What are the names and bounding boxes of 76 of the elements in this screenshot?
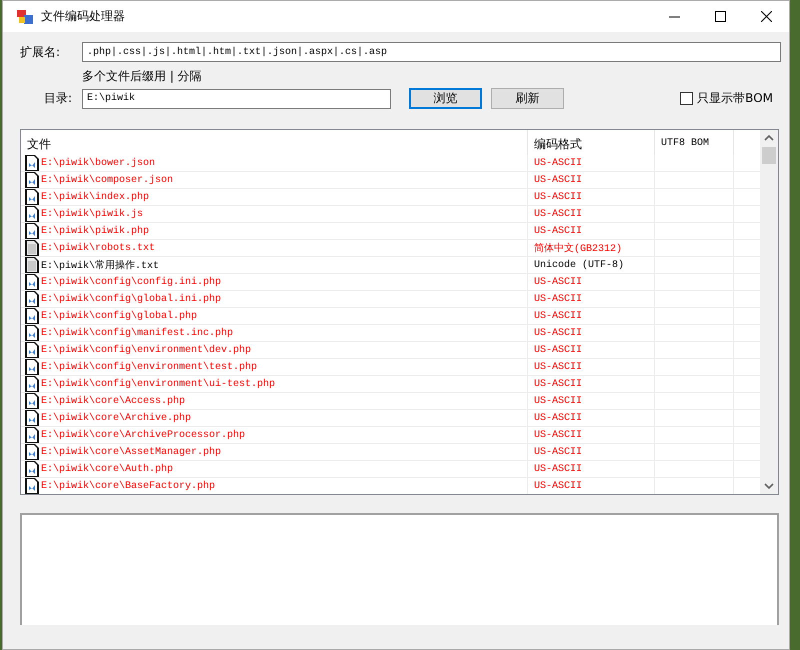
file-path: E:\piwik\robots.txt bbox=[41, 242, 156, 254]
file-path: E:\piwik\config\manifest.inc.php bbox=[41, 328, 234, 338]
code-file-icon bbox=[25, 172, 39, 188]
app-icon bbox=[17, 10, 33, 24]
code-file-icon bbox=[25, 427, 39, 443]
encoding-cell: US-ASCII bbox=[534, 328, 582, 338]
refresh-button[interactable]: 刷新 bbox=[491, 88, 564, 109]
code-file-icon bbox=[25, 393, 39, 409]
column-header[interactable]: 编码格式 bbox=[528, 130, 655, 155]
code-file-icon bbox=[25, 155, 39, 171]
encoding-cell: US-ASCII bbox=[534, 430, 582, 440]
file-path: E:\piwik\core\AssetManager.php bbox=[41, 446, 222, 458]
file-path: E:\piwik\config\environment\test.php bbox=[41, 362, 258, 372]
column-header[interactable]: UTF8 BOM bbox=[655, 130, 734, 155]
extension-hint: 多个文件后缀用 | 分隔 bbox=[82, 69, 202, 83]
code-file-icon bbox=[25, 325, 39, 341]
code-file-icon bbox=[25, 274, 39, 290]
encoding-cell: US-ASCII bbox=[534, 446, 582, 458]
output-box[interactable] bbox=[20, 513, 779, 625]
encoding-cell: US-ASCII bbox=[534, 464, 582, 474]
scroll-thumb[interactable] bbox=[762, 147, 776, 164]
scrollbar[interactable] bbox=[760, 130, 778, 494]
file-path: E:\piwik\常用操作.txt bbox=[41, 258, 160, 272]
file-path: E:\piwik\config\environment\ui-test.php bbox=[41, 378, 276, 390]
encoding-cell: US-ASCII bbox=[534, 276, 582, 288]
directory-field[interactable]: E:\piwik bbox=[82, 88, 391, 108]
encoding-cell: US-ASCII bbox=[534, 226, 582, 236]
encoding-cell: US-ASCII bbox=[534, 396, 582, 406]
file-path: E:\piwik\piwik.php bbox=[41, 226, 150, 236]
file-path: E:\piwik\core\BaseFactory.php bbox=[41, 480, 216, 492]
close-icon[interactable] bbox=[760, 11, 772, 22]
encoding-cell: US-ASCII bbox=[534, 378, 582, 390]
encoding-cell: US-ASCII bbox=[534, 174, 582, 186]
file-path: E:\piwik\config\global.ini.php bbox=[41, 294, 222, 304]
extension-field[interactable]: .php|.css|.js|.html|.htm|.txt|.json|.aspx|.cs|.asp bbox=[82, 42, 781, 62]
file-path: E:\piwik\config\global.php bbox=[41, 310, 198, 322]
extension-label: 扩展名: bbox=[20, 44, 62, 60]
code-file-icon bbox=[25, 359, 39, 375]
file-path: E:\piwik\core\Auth.php bbox=[41, 464, 174, 474]
file-path: E:\piwik\core\Access.php bbox=[41, 396, 186, 406]
file-path: E:\piwik\index.php bbox=[41, 192, 150, 202]
code-file-icon bbox=[25, 461, 39, 477]
maximize-icon[interactable] bbox=[714, 11, 726, 22]
encoding-cell: US-ASCII bbox=[534, 294, 582, 304]
code-file-icon bbox=[25, 444, 39, 460]
encoding-cell: US-ASCII bbox=[534, 310, 582, 322]
bom-checkbox-label: 只显示带BOM bbox=[697, 90, 773, 107]
code-file-icon bbox=[25, 376, 39, 392]
code-file-icon bbox=[25, 342, 39, 358]
encoding-cell: US-ASCII bbox=[534, 208, 582, 220]
file-path: E:\piwik\piwik.js bbox=[41, 208, 144, 220]
encoding-cell: US-ASCII bbox=[534, 412, 582, 424]
file-path: E:\piwik\config\environment\dev.php bbox=[41, 344, 252, 356]
minimize-icon[interactable] bbox=[668, 16, 680, 18]
encoding-cell: US-ASCII bbox=[534, 158, 582, 168]
code-file-icon bbox=[25, 410, 39, 426]
window-title: 文件编码处理器 bbox=[41, 9, 125, 23]
file-path: E:\piwik\bower.json bbox=[41, 158, 156, 168]
file-path: E:\piwik\core\ArchiveProcessor.php bbox=[41, 430, 246, 440]
encoding-cell-text: 简体中文(GB2312) bbox=[534, 242, 622, 255]
directory-label: 目录: bbox=[42, 90, 73, 107]
file-path: E:\piwik\core\Archive.php bbox=[41, 412, 192, 424]
bom-checkbox[interactable] bbox=[680, 92, 694, 105]
encoding-cell: US-ASCII bbox=[534, 192, 582, 202]
browse-button[interactable]: 浏览 bbox=[409, 88, 482, 109]
encoding-cell: Unicode (UTF-8) bbox=[534, 260, 624, 270]
file-path: E:\piwik\composer.json bbox=[41, 174, 174, 186]
file-path: E:\piwik\config\config.ini.php bbox=[41, 276, 222, 288]
encoding-cell: US-ASCII bbox=[534, 344, 582, 356]
code-file-icon bbox=[25, 291, 39, 307]
code-file-icon bbox=[25, 223, 39, 239]
encoding-cell: US-ASCII bbox=[534, 362, 582, 372]
code-file-icon bbox=[25, 206, 39, 222]
code-file-icon bbox=[25, 308, 39, 324]
encoding-cell: US-ASCII bbox=[534, 480, 582, 492]
code-file-icon bbox=[25, 189, 39, 205]
